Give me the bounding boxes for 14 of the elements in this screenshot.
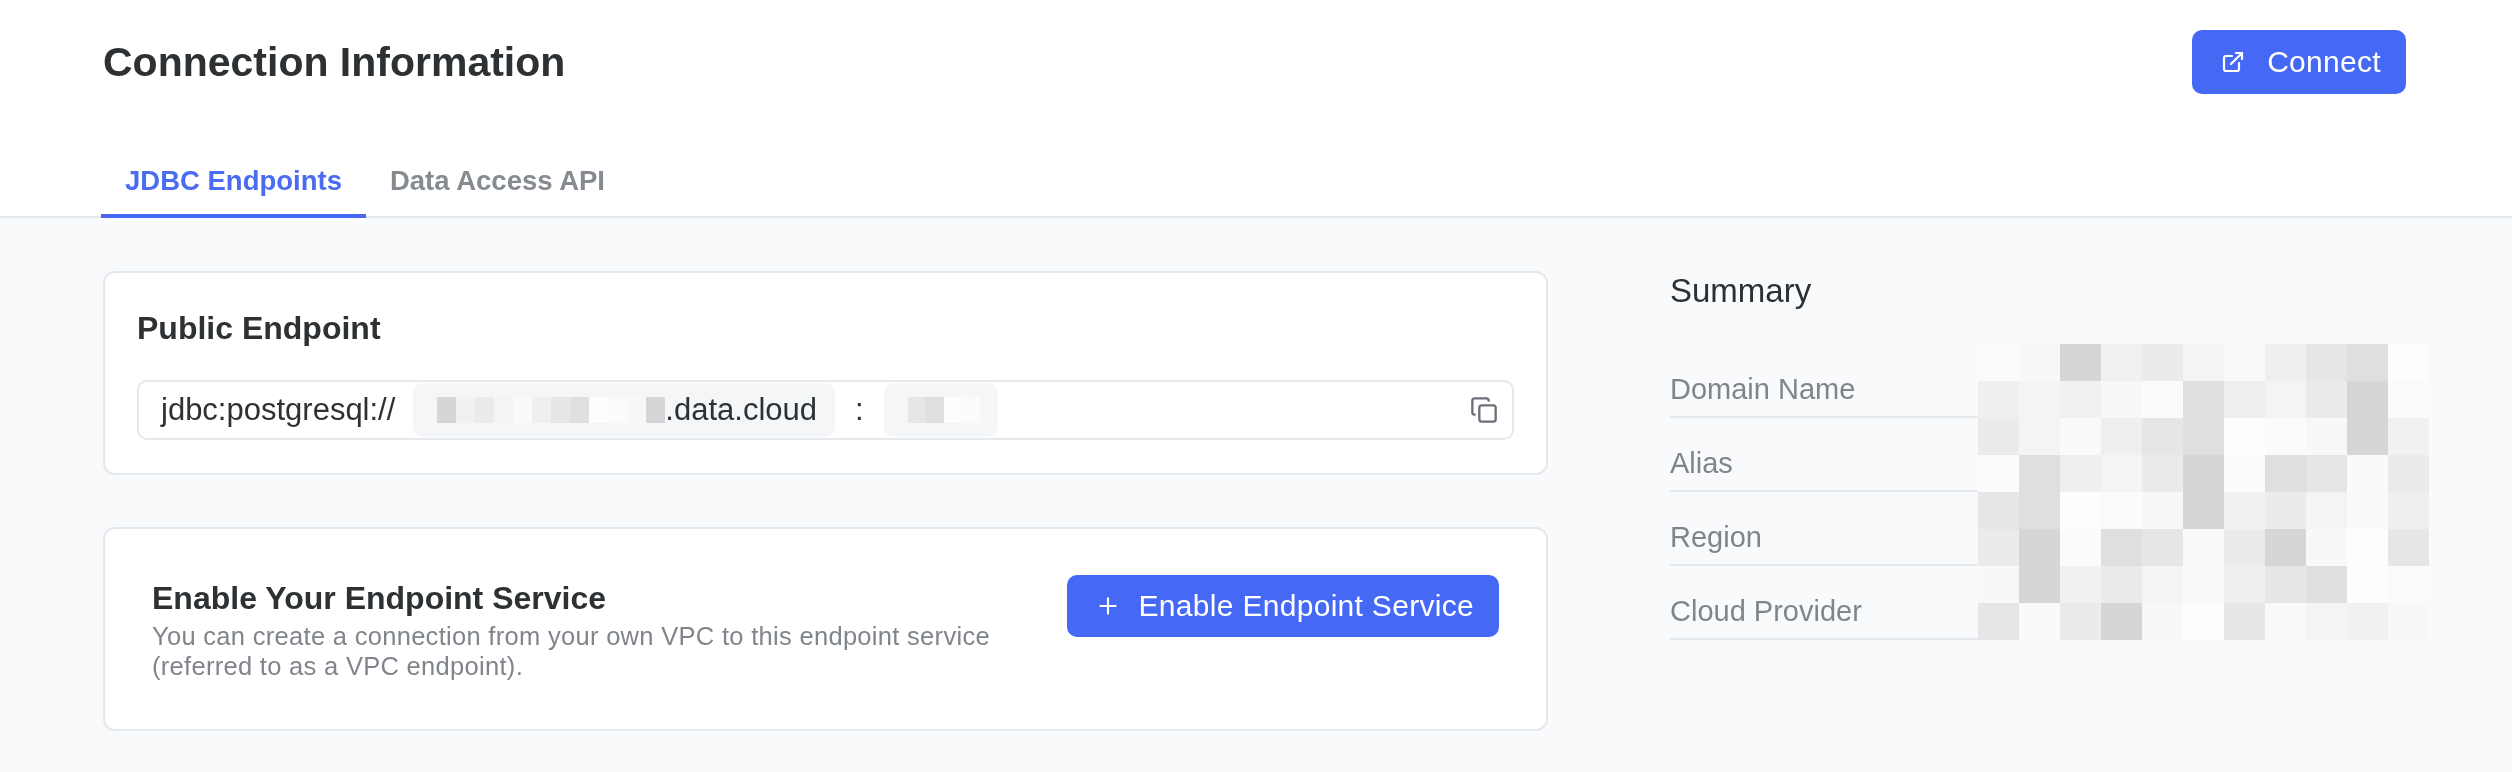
tab[interactable]: JDBC Endpoints — [101, 160, 366, 218]
port-separator: : — [855, 392, 864, 428]
card-title: Public Endpoint — [137, 309, 382, 347]
page-title: Connection Information — [103, 38, 566, 86]
card-title: Enable Your Endpoint Service — [152, 579, 608, 617]
summary-title: Summary — [1670, 271, 1813, 311]
card-description: You can create a connection from your own VPC to this endpoint service (referred to as a VPC endpoint). — [152, 621, 991, 681]
external-link-icon — [2221, 50, 2246, 74]
copy-icon[interactable] — [1470, 396, 1498, 424]
enable-endpoint-service-button[interactable]: Enable Endpoint Service — [1066, 575, 1499, 637]
host-text: .data.cloud — [665, 392, 818, 428]
tab[interactable]: Data Access API — [365, 160, 629, 218]
connect-button[interactable]: Connect — [2192, 30, 2406, 94]
scheme-text: jdbc:postgresql:// — [161, 392, 396, 428]
